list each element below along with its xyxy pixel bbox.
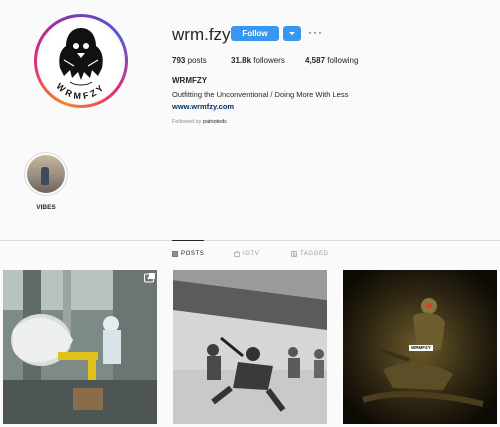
username: wrm.fzy: [172, 25, 231, 44]
highlight-cover: [27, 155, 65, 193]
more-options-icon[interactable]: ···: [308, 25, 323, 39]
post-thumbnail[interactable]: WRMFZY: [343, 270, 497, 424]
profile-avatar[interactable]: WRMFZY: [34, 14, 128, 108]
posts-stat: 793 posts: [172, 56, 207, 65]
highlight-vibes[interactable]: [24, 152, 68, 196]
following-count: 4,587: [305, 56, 326, 65]
igtv-icon: [234, 251, 240, 257]
website-link[interactable]: www.wrmfzy.com: [172, 102, 234, 111]
tab-igtv[interactable]: IGTV: [234, 251, 259, 257]
tab-tagged-label: TAGGED: [300, 251, 329, 257]
post-thumbnail[interactable]: [3, 270, 157, 424]
posts-count: 793: [172, 56, 186, 65]
followed-by-prefix: Followed by: [172, 119, 202, 125]
tabs-divider: [0, 240, 500, 241]
grid-icon: [172, 251, 178, 257]
post-thumbnail[interactable]: [173, 270, 327, 424]
post-image-soldiers: [173, 270, 327, 424]
followers-stat[interactable]: 31.8k followers: [231, 56, 285, 65]
followers-count: 31.8k: [231, 56, 252, 65]
highlight-label: VIBES: [36, 204, 56, 211]
active-tab-indicator: [172, 240, 204, 241]
avatar-arc-text: WRMFZY: [54, 81, 104, 101]
bio-text: Outfitting the Unconventional / Doing Mo…: [172, 90, 349, 99]
following-label: following: [327, 56, 359, 65]
followed-by-user: patriotedc: [202, 119, 228, 125]
posts-label: posts: [187, 56, 207, 65]
tab-tagged[interactable]: TAGGED: [291, 251, 329, 257]
suggested-dropdown-button[interactable]: [283, 26, 301, 41]
tab-posts[interactable]: POSTS: [172, 251, 204, 257]
followed-by[interactable]: Followed by patriotedc: [172, 119, 227, 125]
tagged-icon: [291, 251, 297, 257]
image-label-badge: WRMFZY: [409, 345, 433, 351]
avatar-logo: WRMFZY: [40, 20, 122, 102]
svg-text:WRMFZY: WRMFZY: [54, 81, 107, 101]
post-image-industrial: [3, 270, 157, 424]
tab-posts-label: POSTS: [181, 251, 205, 257]
video-icon: [144, 273, 154, 283]
followers-label: followers: [253, 56, 285, 65]
tab-igtv-label: IGTV: [243, 251, 260, 257]
full-name: WRMFZY: [172, 76, 208, 85]
following-stat[interactable]: 4,587 following: [305, 56, 358, 65]
follow-button[interactable]: Follow: [231, 26, 279, 41]
